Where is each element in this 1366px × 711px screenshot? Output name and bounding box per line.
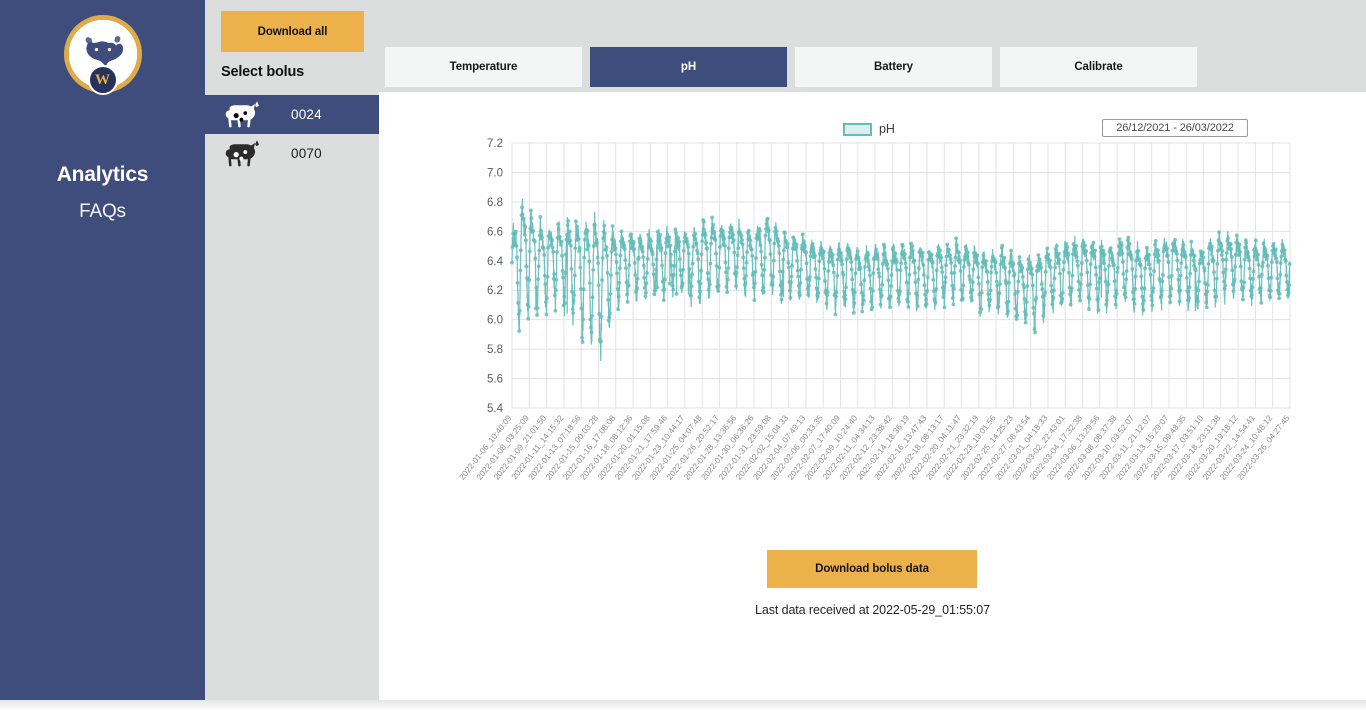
cow-icon (225, 139, 259, 166)
tab-list: Temperature pH Battery Calibrate (385, 47, 1197, 87)
bolus-id-label: 0070 (291, 146, 322, 161)
bottom-shadow (0, 700, 1366, 711)
left-nav: W Analytics FAQs (0, 0, 205, 700)
tab-calibrate[interactable]: Calibrate (1000, 47, 1197, 87)
svg-text:6.0: 6.0 (487, 315, 503, 327)
bolus-list-item-0024[interactable]: 0024 (205, 95, 379, 134)
brand-logo: W (63, 15, 142, 105)
svg-text:7.2: 7.2 (487, 138, 503, 150)
ph-chart: pH 26/12/2021 - 26/03/2022 5.4 5.6 5.8 6.0 6… (379, 92, 1366, 552)
bolus-list: 0024 0070 (205, 95, 379, 173)
svg-text:6.6: 6.6 (487, 226, 503, 238)
svg-text:6.4: 6.4 (487, 256, 504, 268)
tab-ph[interactable]: pH (590, 47, 787, 87)
main-content: Temperature pH Battery Calibrate pH 26/1… (379, 0, 1366, 700)
svg-text:5.6: 5.6 (487, 374, 503, 386)
svg-text:6.2: 6.2 (487, 285, 503, 297)
sidebar-link-faqs[interactable]: FAQs (79, 201, 126, 223)
bolus-panel: Download all Select bolus 0024 0070 (205, 0, 379, 700)
select-bolus-label: Select bolus (221, 64, 305, 80)
chart-plot: 5.45.65.86.06.26.46.66.87.07.22022-01-06… (457, 138, 1292, 482)
download-all-button[interactable]: Download all (221, 11, 364, 52)
svg-text:5.8: 5.8 (487, 344, 503, 356)
ph-panel: pH 26/12/2021 - 26/03/2022 5.4 5.6 5.8 6.0 6… (379, 92, 1366, 689)
cow-icon (225, 100, 259, 127)
svg-text:6.8: 6.8 (487, 197, 503, 209)
analytics-page: W Analytics FAQs Download all Select bol… (0, 0, 1366, 711)
logo-letter-badge: W (87, 65, 118, 95)
download-bolus-data-button[interactable]: Download bolus data (767, 550, 977, 588)
page-title: Analytics (56, 163, 149, 186)
svg-text:5.4: 5.4 (487, 403, 504, 415)
bolus-id-label: 0024 (291, 107, 322, 122)
bolus-list-item-0070[interactable]: 0070 (205, 134, 379, 173)
svg-text:7.0: 7.0 (487, 167, 503, 179)
tab-strip: Temperature pH Battery Calibrate (379, 0, 1366, 92)
tab-battery[interactable]: Battery (795, 47, 992, 87)
tab-temperature[interactable]: Temperature (385, 47, 582, 87)
last-data-received-text: Last data received at 2022-05-29_01:55:0… (755, 603, 990, 617)
